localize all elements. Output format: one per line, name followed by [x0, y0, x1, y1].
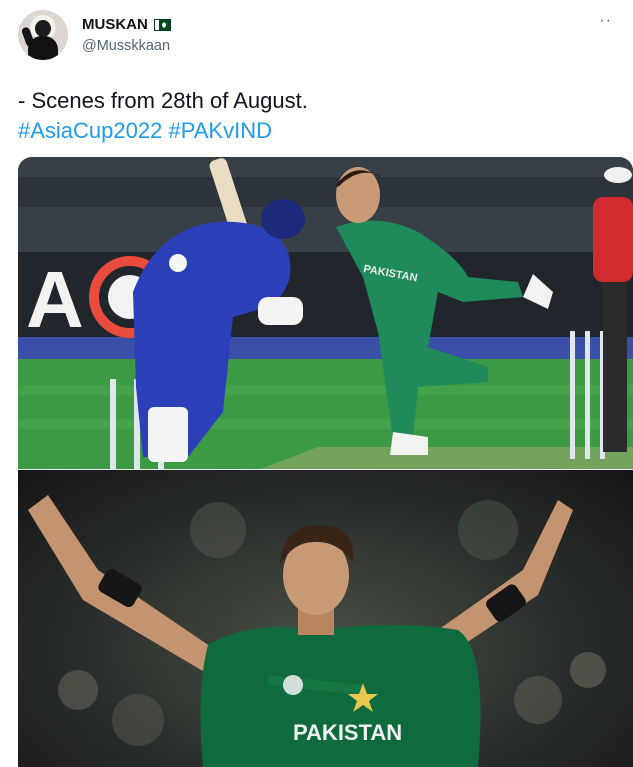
media-image-top[interactable]: A PAKISTAN — [18, 157, 633, 470]
more-options-icon[interactable]: ·· — [599, 12, 612, 30]
author-display-name[interactable]: MUSKAN — [82, 16, 148, 33]
player-shirt-text: PAKISTAN — [293, 720, 402, 745]
cricket-bowling-scene: A PAKISTAN — [18, 157, 633, 470]
tweet-header: MUSKAN @Musskkaan ·· — [18, 10, 618, 66]
tweet-text: - Scenes from 28th of August. #AsiaCup20… — [18, 86, 618, 146]
pakistan-flag-icon — [153, 18, 171, 31]
hashtag-asiacup2022[interactable]: #AsiaCup2022 — [18, 118, 162, 143]
hashtags: #AsiaCup2022 #PAKvIND — [18, 116, 618, 146]
banner-letter: A — [26, 255, 84, 344]
author-name-row[interactable]: MUSKAN — [82, 16, 171, 33]
media-image-bottom[interactable]: PAKISTAN — [18, 470, 633, 767]
celebration-scene: PAKISTAN — [28, 495, 606, 767]
tweet-text-line: - Scenes from 28th of August. — [18, 88, 308, 113]
tweet-media[interactable]: A PAKISTAN PAKISTAN — [18, 157, 633, 767]
author-handle[interactable]: @Musskkaan — [82, 38, 170, 54]
hashtag-pakvind[interactable]: #PAKvIND — [168, 118, 272, 143]
team-badge-icon — [283, 675, 303, 695]
cricket-ball — [169, 254, 187, 272]
avatar[interactable] — [18, 10, 68, 60]
player-shirt — [200, 625, 481, 767]
